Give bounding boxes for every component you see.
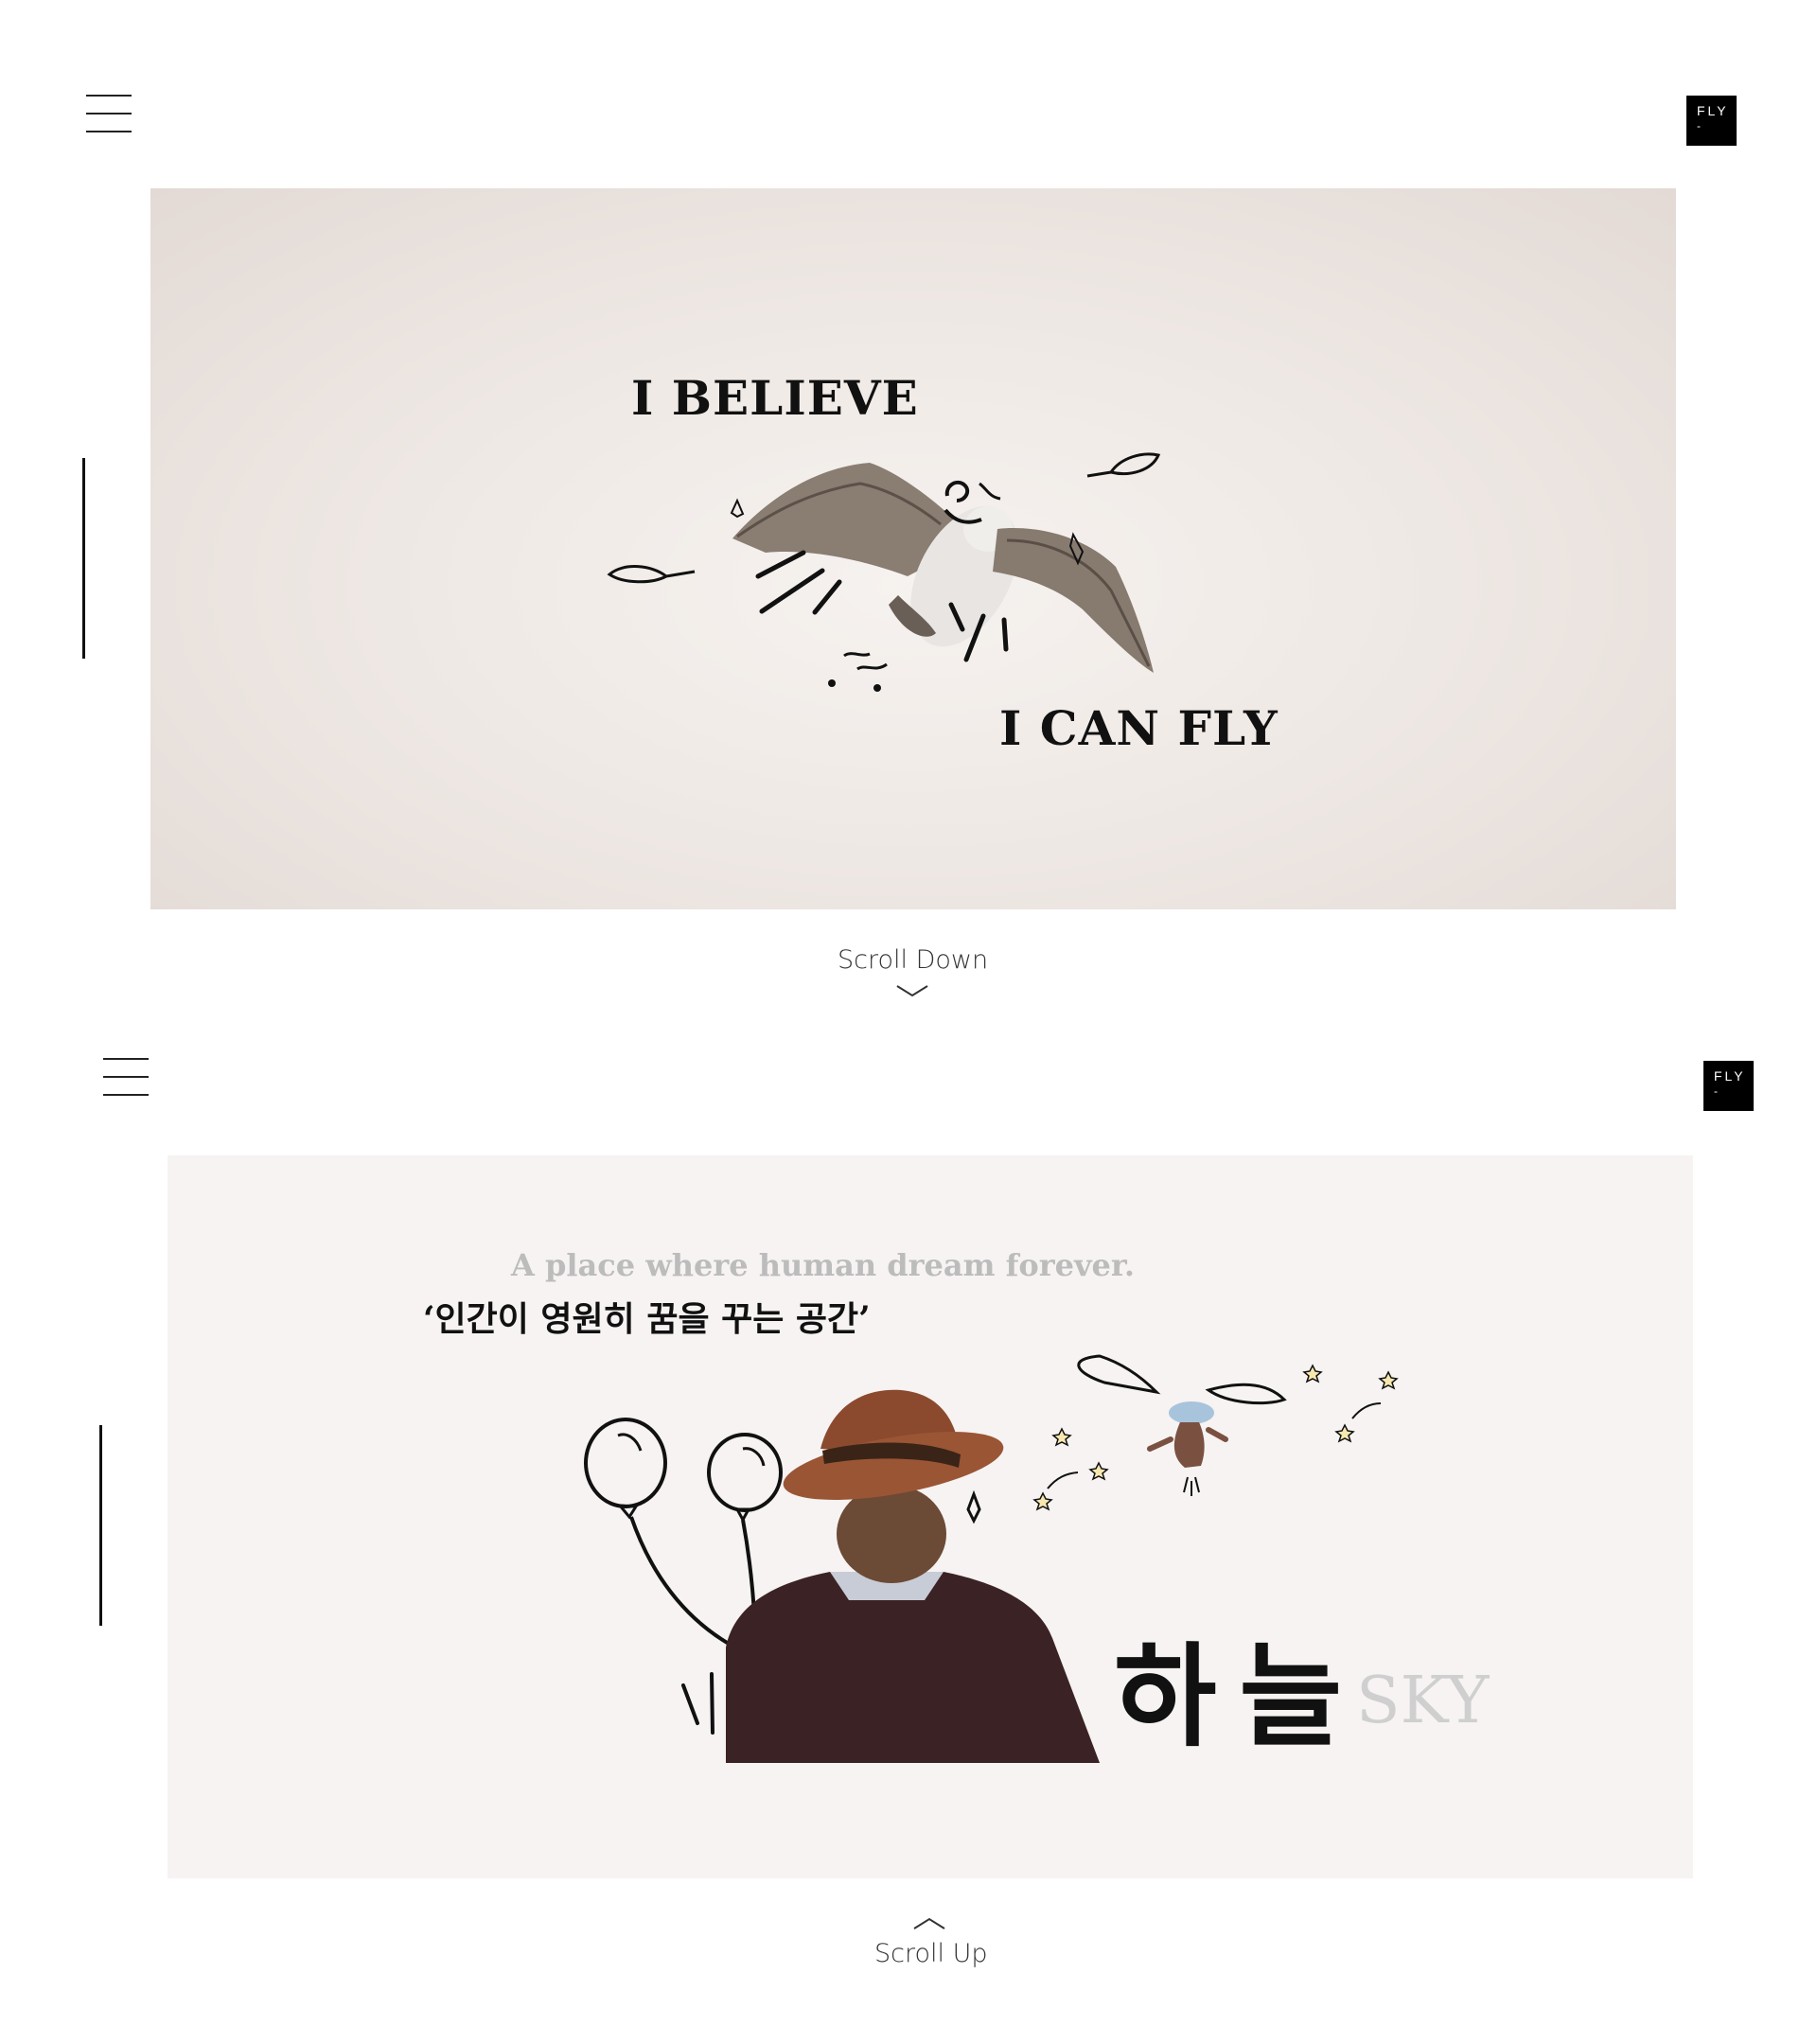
sky-title-en: SKY [1356,1664,1490,1738]
chevron-up-icon[interactable] [912,1917,946,1930]
fly-badge-label: FLY [1714,1068,1746,1084]
hamburger-menu-icon [103,1058,149,1060]
hero-panel: I BELIEVE I CAN FLY [150,188,1676,909]
fly-badge-sub: - [1697,119,1701,132]
fly-badge-label: FLY [1697,103,1729,118]
side-divider [82,458,85,659]
fly-badge[interactable]: FLY - [1686,96,1737,146]
sky-panel: A place where human dream forever. ‘인간이 … [168,1155,1693,1878]
scroll-down-link[interactable]: Scroll Down [838,945,988,975]
fly-badge-sub: - [1714,1084,1718,1098]
scroll-up-link[interactable]: Scroll Up [874,1939,988,1968]
menu-button[interactable] [86,95,133,132]
hamburger-menu-icon [86,95,132,97]
seagull-illustration [607,452,1161,692]
sky-title-ko: 하늘 [1114,1631,1366,1762]
menu-button-2[interactable] [103,1058,150,1096]
fly-badge-2[interactable]: FLY - [1703,1061,1754,1111]
chevron-down-icon[interactable] [895,984,929,997]
side-divider-2 [99,1425,102,1626]
man-with-hat-illustration [584,1354,1399,1763]
